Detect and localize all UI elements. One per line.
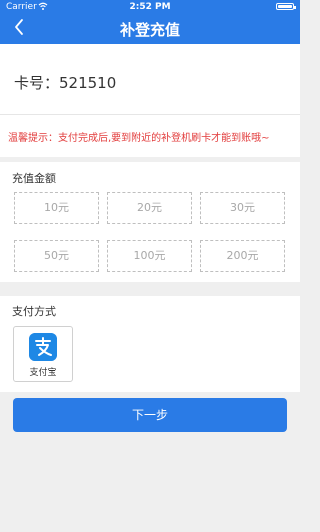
amount-option-30[interactable]: 30元 (200, 192, 285, 224)
amount-option-50[interactable]: 50元 (14, 240, 99, 272)
amount-option-200[interactable]: 200元 (200, 240, 285, 272)
alipay-icon (29, 333, 57, 361)
card-number-label: 卡号：521510 (14, 74, 117, 92)
tip-section: 温馨提示：支付完成后,要到附近的补登机刷卡才能到账哦~ (0, 114, 300, 157)
payment-heading: 支付方式 (12, 305, 56, 318)
payment-option-alipay[interactable]: 支付宝 (13, 326, 73, 382)
battery-icon (276, 3, 296, 10)
top-bar: Carrier 2:52 PM 补登充值 (0, 0, 300, 44)
page-title: 补登充值 (119, 21, 180, 39)
amount-heading: 充值金额 (12, 172, 56, 185)
status-bar: Carrier 2:52 PM (0, 0, 300, 14)
status-time: 2:52 PM (129, 2, 171, 12)
tip-text: 温馨提示：支付完成后,要到附近的补登机刷卡才能到账哦~ (8, 133, 270, 144)
amount-section: 充值金额 10元 20元 30元 50元 100元 200元 (0, 162, 300, 282)
amount-option-10[interactable]: 10元 (14, 192, 99, 224)
nav-bar: 补登充值 (0, 14, 300, 44)
next-button[interactable]: 下一步 (13, 398, 287, 432)
amount-option-100[interactable]: 100元 (107, 240, 192, 272)
payment-section: 支付方式 支付宝 (0, 296, 300, 392)
card-number-section: 卡号：521510 (0, 44, 300, 114)
amount-option-20[interactable]: 20元 (107, 192, 192, 224)
payment-option-label: 支付宝 (29, 368, 57, 378)
